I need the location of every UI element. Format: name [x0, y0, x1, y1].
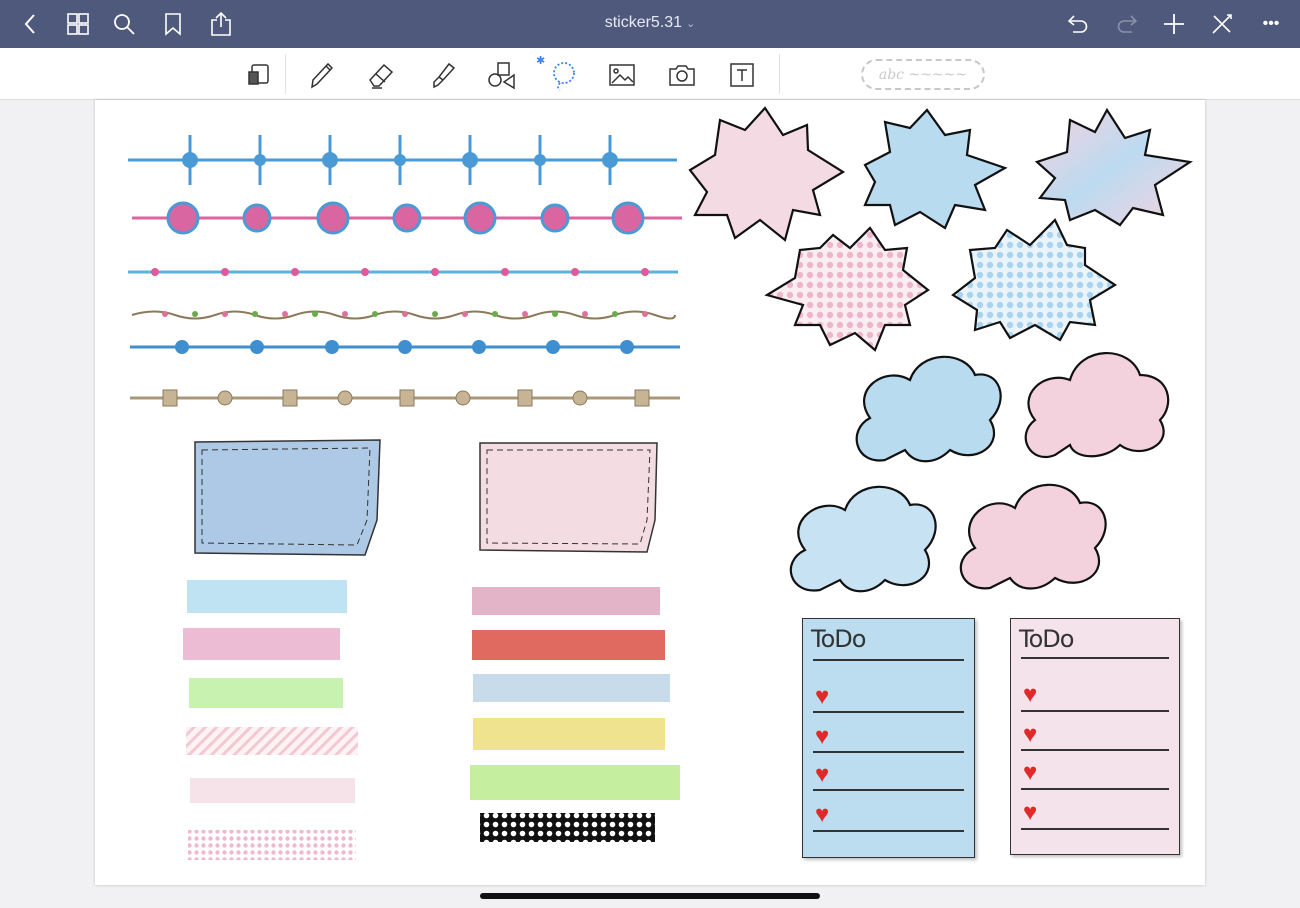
- redo-icon[interactable]: [1113, 10, 1141, 38]
- undo-icon[interactable]: [1064, 10, 1092, 38]
- notebook-page[interactable]: ToDo ♥ ♥ ♥ ♥ ToDo ♥ ♥ ♥ ♥: [95, 100, 1205, 885]
- heart-icon: ♥: [815, 683, 830, 710]
- add-icon[interactable]: [1160, 10, 1188, 38]
- pen-tool-icon[interactable]: [306, 60, 336, 90]
- heart-icon: ♥: [1023, 721, 1038, 748]
- speech-bubble-stickers: [688, 106, 1193, 352]
- bluetooth-icon: ✱: [536, 55, 546, 67]
- washi-tapes: [183, 580, 680, 860]
- document-title-text: sticker5.31: [604, 14, 683, 31]
- highlighter-tool-icon[interactable]: [427, 60, 457, 90]
- home-indicator[interactable]: [480, 893, 820, 899]
- pen-preview[interactable]: abc ~~~~~: [861, 59, 985, 90]
- pink-memo-sticker: [479, 442, 658, 553]
- more-icon[interactable]: •••: [1257, 10, 1285, 38]
- image-tool-icon[interactable]: [607, 60, 637, 90]
- tool-bar: ✱ abc ~~~~~: [0, 48, 1300, 100]
- blue-memo-sticker: [194, 439, 381, 556]
- eraser-tool-icon[interactable]: [366, 60, 396, 90]
- shapes-tool-icon[interactable]: [486, 60, 516, 90]
- todo-card-blue: ToDo ♥ ♥ ♥ ♥: [802, 618, 975, 858]
- text-tool-icon[interactable]: [727, 60, 757, 90]
- top-bar: sticker5.31 ⌄ •••: [0, 0, 1300, 48]
- heart-icon: ♥: [1023, 799, 1038, 826]
- heart-icon: ♥: [815, 801, 830, 828]
- lasso-eraser-tool-icon[interactable]: [244, 60, 274, 90]
- border-stickers: [128, 135, 682, 407]
- todo-card-pink: ToDo ♥ ♥ ♥ ♥: [1010, 618, 1180, 855]
- cloud-bubble-stickers: [789, 352, 1170, 593]
- camera-tool-icon[interactable]: [667, 60, 697, 90]
- document-title[interactable]: sticker5.31 ⌄: [0, 14, 1300, 32]
- heart-icon: ♥: [1023, 681, 1038, 708]
- close-tools-icon[interactable]: [1208, 10, 1236, 38]
- todo-title: ToDo: [811, 625, 866, 653]
- lasso-tool-icon[interactable]: [546, 60, 576, 91]
- heart-icon: ♥: [815, 761, 830, 788]
- divider: [779, 54, 780, 94]
- chevron-down-icon: ⌄: [686, 18, 696, 30]
- todo-title: ToDo: [1019, 625, 1074, 653]
- divider: [285, 54, 286, 94]
- heart-icon: ♥: [1023, 759, 1038, 786]
- heart-icon: ♥: [815, 723, 830, 750]
